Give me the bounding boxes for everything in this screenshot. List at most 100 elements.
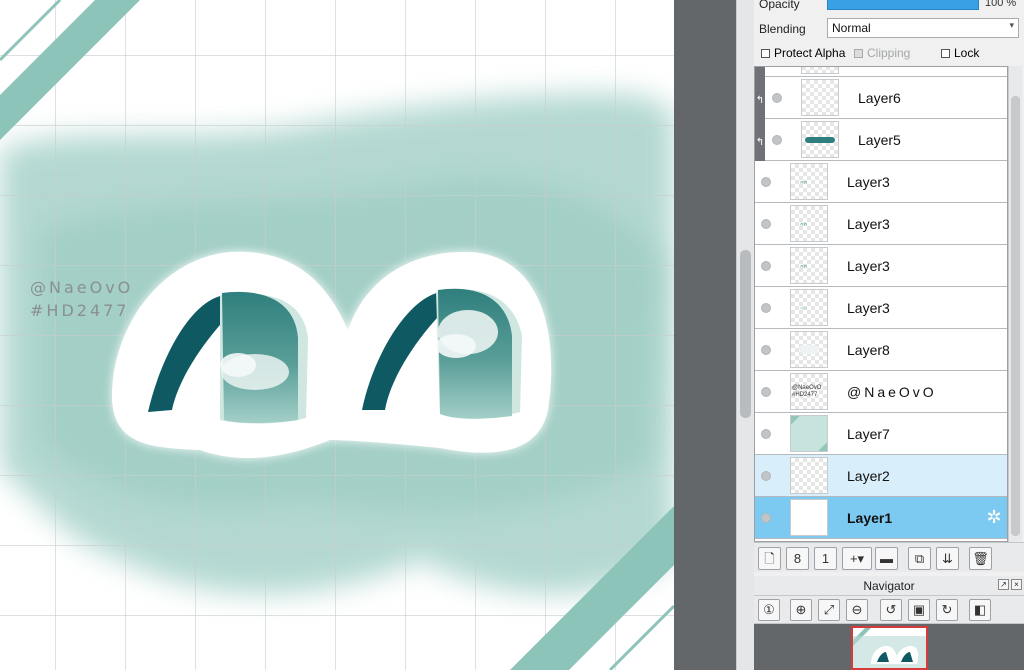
layer-thumbnail: ᐢᐢ [790, 289, 828, 326]
navigator-title: Navigator [863, 579, 915, 593]
thumb-text-line1: @NaeOvO [792, 385, 822, 391]
layer-thumbnail: ᐢᐢ [790, 163, 828, 200]
checkbox-box [854, 49, 863, 59]
layer-thumbnail [801, 79, 839, 116]
navigator-header: Navigator ↗ × [754, 576, 1024, 596]
layer-name: Layer5 [858, 132, 901, 148]
layer-thumbnail [801, 67, 839, 74]
layer-row[interactable]: ᐢᐢ Layer3 [755, 203, 1007, 245]
layer-list-scrollbar-thumb[interactable] [1011, 96, 1020, 536]
layer-thumbnail [801, 121, 839, 158]
visibility-toggle[interactable] [761, 261, 771, 271]
layer-row[interactable]: Layer7 [755, 413, 1007, 455]
canvas-vertical-scrollbar[interactable] [736, 0, 754, 670]
gear-icon[interactable]: ✲ [984, 507, 1004, 527]
rotate-cw-icon[interactable]: ↻ [936, 599, 958, 621]
checkbox-box [941, 49, 950, 59]
layer-name: Layer1 [847, 510, 893, 526]
layer-row-partial[interactable] [755, 67, 1007, 77]
protect-alpha-label: Protect Alpha [774, 46, 846, 60]
layer-toolbar: 🗋 8 1 +▾ ▬ ⧉ ⇊ 🗑 [754, 542, 1024, 572]
opacity-label: Opacity [759, 0, 800, 11]
checkbox-box [761, 49, 770, 59]
fit-center-icon[interactable]: ▣ [908, 599, 930, 621]
canvas-gutter [674, 0, 736, 670]
zoom-out-icon[interactable]: ⊖ [846, 599, 868, 621]
layer-thumbnail: ᐢᐢ [790, 247, 828, 284]
navigator-panel: Navigator ↗ × ① ⊕ ⤢ ⊖ ↺ ▣ ↻ ◧ [754, 576, 1024, 670]
layer-row[interactable]: ᐢᐢ Layer3 [755, 161, 1007, 203]
layer-thumbnail [790, 331, 828, 368]
layer-thumbnail [790, 415, 828, 452]
blending-value: Normal [832, 21, 871, 35]
layer-thumbnail [790, 499, 828, 536]
clipping-checkbox[interactable]: Clipping [854, 46, 910, 60]
thumb-text-line2: #HD2477 [792, 392, 818, 398]
watermark-handle: @NaeOvO [30, 278, 134, 297]
opacity-slider[interactable] [827, 0, 979, 10]
zoom-actual-icon[interactable]: ① [758, 599, 780, 621]
flip-horizontal-icon[interactable]: ◧ [969, 599, 991, 621]
layer-row[interactable]: ↰ Layer5 [755, 119, 1007, 161]
rotate-ccw-icon[interactable]: ↺ [880, 599, 902, 621]
navigator-toolbar: ① ⊕ ⤢ ⊖ ↺ ▣ ↻ ◧ [754, 596, 1024, 624]
delete-layer-icon[interactable]: 🗑 [969, 547, 992, 570]
visibility-toggle[interactable] [761, 345, 771, 355]
layer-row[interactable]: @NaeOvO #HD2477 @NaeOvO [755, 371, 1007, 413]
drawing-canvas[interactable]: @NaeOvO #HD2477 [0, 0, 674, 670]
close-icon[interactable]: × [1011, 579, 1022, 590]
layer-thumbnail: @NaeOvO #HD2477 [790, 373, 828, 410]
opacity-value: 100 % [985, 0, 1017, 9]
new-layer-icon[interactable]: 🗋 [758, 547, 781, 570]
layer-name: Layer2 [847, 468, 890, 484]
visibility-toggle[interactable] [761, 429, 771, 439]
protect-alpha-checkbox[interactable]: Protect Alpha [761, 46, 845, 60]
new-layer-1bit-icon[interactable]: 1 [814, 547, 837, 570]
layer-row[interactable]: ᐢᐢ Layer3 [755, 287, 1007, 329]
clipping-indicator [755, 67, 765, 77]
layer-row[interactable]: ↰ Layer6 [755, 77, 1007, 119]
zoom-in-icon[interactable]: ⊕ [790, 599, 812, 621]
visibility-toggle[interactable] [772, 135, 782, 145]
layer-name: Layer3 [847, 258, 890, 274]
navigator-preview[interactable] [851, 626, 928, 670]
layer-row[interactable]: Layer2 [755, 455, 1007, 497]
navigator-thumbnail [853, 628, 926, 668]
clip-arrow-icon: ↰ [755, 77, 765, 119]
blending-label: Blending [759, 22, 806, 36]
blending-select[interactable]: Normal ▾ [827, 18, 1019, 38]
layer-name: Layer8 [847, 342, 890, 358]
layer-name: @NaeOvO [847, 384, 937, 400]
layer-thumbnail: ᐢᐢ [790, 205, 828, 242]
layer-panel: Opacity 100 % Blending Normal ▾ Protect … [754, 0, 1024, 670]
visibility-toggle[interactable] [761, 303, 771, 313]
canvas-scrollbar-thumb[interactable] [740, 250, 751, 418]
fit-window-icon[interactable]: ⤢ [818, 599, 840, 621]
layer-name: Layer3 [847, 216, 890, 232]
lock-label: Lock [954, 46, 980, 60]
watermark-color-code: #HD2477 [30, 301, 130, 320]
merge-down-icon[interactable]: ⇊ [936, 547, 959, 570]
visibility-toggle[interactable] [761, 177, 771, 187]
clipping-label: Clipping [867, 46, 911, 60]
visibility-toggle[interactable] [761, 513, 771, 523]
visibility-toggle[interactable] [761, 387, 771, 397]
canvas-artwork [0, 0, 674, 670]
layer-name: Layer3 [847, 174, 890, 190]
lock-checkbox[interactable]: Lock [941, 46, 979, 60]
visibility-toggle[interactable] [761, 471, 771, 481]
layer-name: Layer3 [847, 300, 890, 316]
layer-row-selected[interactable]: Layer1 ✲ [755, 497, 1007, 539]
new-folder-icon[interactable]: ▬ [875, 547, 898, 570]
add-layer-menu-icon[interactable]: +▾ [842, 547, 872, 570]
clip-arrow-icon: ↰ [755, 119, 765, 161]
layer-thumbnail [790, 457, 828, 494]
popout-icon[interactable]: ↗ [998, 579, 1009, 590]
layer-row[interactable]: ᐢᐢ Layer3 [755, 245, 1007, 287]
layer-row[interactable]: Layer8 [755, 329, 1007, 371]
new-layer-8bit-icon[interactable]: 8 [786, 547, 809, 570]
visibility-toggle[interactable] [761, 219, 771, 229]
duplicate-layer-icon[interactable]: ⧉ [908, 547, 931, 570]
layer-list-scrollbar[interactable] [1008, 66, 1022, 542]
visibility-toggle[interactable] [772, 93, 782, 103]
